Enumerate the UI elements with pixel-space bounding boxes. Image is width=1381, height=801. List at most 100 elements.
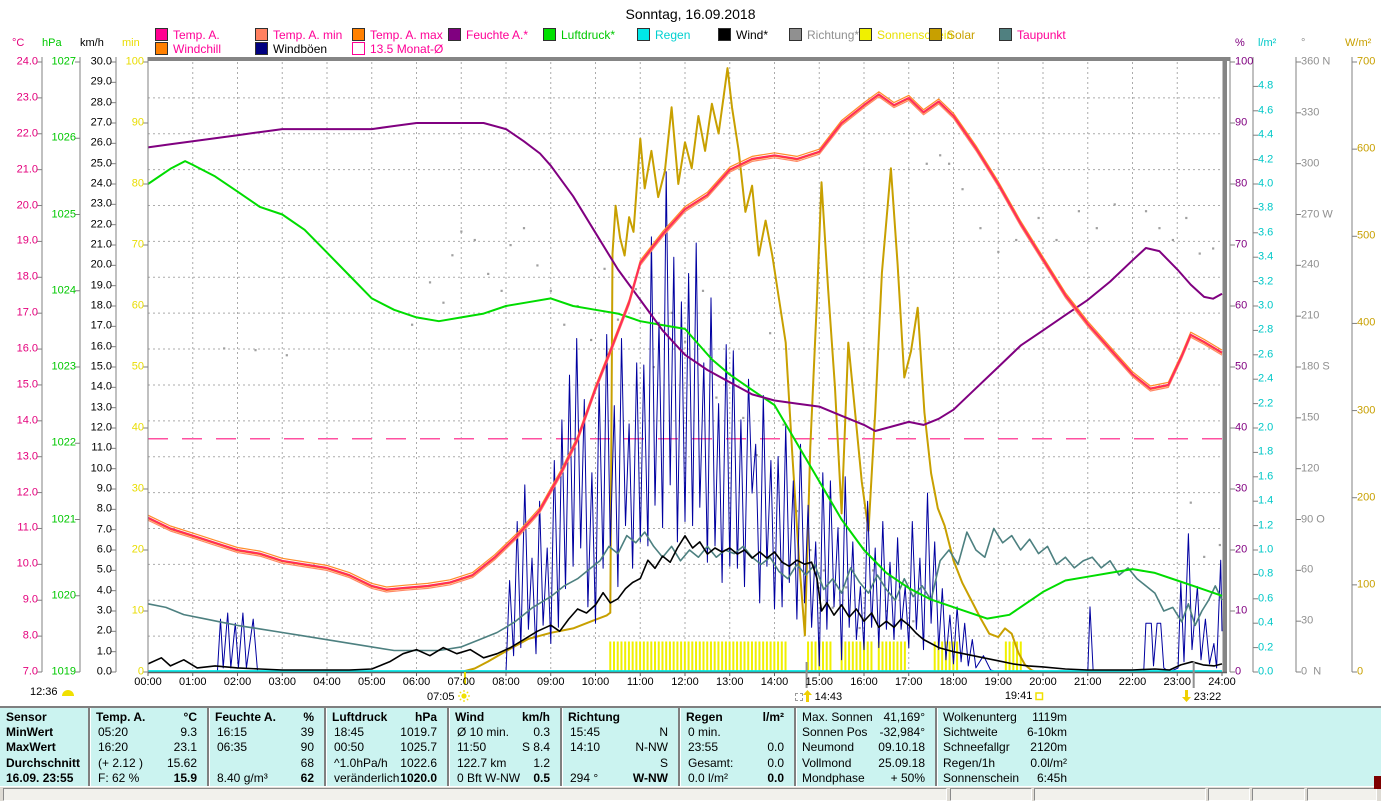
axis-label-c: 12.0	[16, 486, 38, 499]
direction-dot	[590, 338, 593, 342]
direction-dot	[563, 323, 566, 326]
sunshine-bar	[825, 641, 828, 671]
axis-unit-kmh: km/h	[80, 37, 104, 49]
axis-label-deg: 360 N	[1301, 55, 1331, 68]
direction-dot	[285, 354, 288, 357]
time-label: 24:00	[1208, 676, 1236, 688]
axis-label-min: 70	[131, 238, 144, 251]
sunshine-bar	[762, 641, 765, 671]
axis-label-c: 14.0	[16, 414, 38, 427]
sunshine-bar	[896, 641, 899, 671]
sunshine-bar	[821, 641, 824, 671]
direction-dot	[473, 238, 476, 242]
direction-dot	[961, 188, 964, 191]
dashed-box-icon	[794, 693, 803, 701]
sunshine-bar	[855, 641, 858, 671]
axis-label-c: 10.0	[16, 557, 38, 570]
axis-label-deg: 270 W	[1301, 208, 1333, 220]
axis-label-deg: 150	[1301, 411, 1320, 424]
axis-label-lm2: 2.4	[1258, 372, 1274, 385]
sunshine-bar	[612, 641, 615, 671]
axis-label-c: 17.0	[16, 306, 38, 319]
sunshine-bar	[732, 641, 735, 671]
sunshine-bar	[1012, 641, 1015, 671]
axis-label-kmh: 5.0	[96, 563, 112, 576]
axis-label-hpa: 1021	[51, 513, 76, 525]
axis-label-hpa: 1025	[51, 208, 76, 220]
table-cell-value: S 8.4	[521, 740, 550, 755]
axis-label-kmh: 28.0	[90, 96, 112, 109]
time-label: 21:00	[1073, 676, 1102, 688]
axis-label-wm2: 200	[1357, 491, 1376, 504]
axis-label-kmh: 2.0	[96, 624, 112, 637]
sunshine-bar	[870, 641, 873, 671]
axis-label-min: 30	[131, 482, 144, 495]
axis-label-kmh: 29.0	[90, 75, 112, 88]
direction-dot	[701, 289, 705, 292]
axis-label-kmh: 18.0	[90, 299, 112, 312]
table-row-label: MinWert	[6, 725, 54, 740]
axis-label-kmh: 14.0	[90, 380, 112, 393]
axis-label-lm2: 0.6	[1258, 592, 1274, 605]
time-label: 00:00	[134, 676, 162, 688]
axis-label-wm2: 700	[1357, 55, 1376, 68]
direction-dot	[948, 162, 951, 165]
axis-label-hpa: 1023	[51, 360, 76, 373]
axis-label-pct: 20	[1235, 543, 1248, 556]
direction-dot	[603, 267, 606, 270]
sunshine-bar	[624, 641, 627, 671]
direction-dot	[500, 289, 503, 292]
sunshine-bar	[814, 641, 817, 671]
axis-label-lm2: 4.2	[1258, 153, 1274, 166]
axis-label-wm2: 400	[1357, 316, 1376, 329]
direction-dot	[1077, 210, 1080, 213]
direction-dot	[522, 227, 526, 230]
direction-dot	[715, 396, 718, 399]
astro2-value: 2120m	[1030, 740, 1067, 755]
axis-label-lm2: 3.8	[1258, 201, 1274, 214]
axis-label-pct: 10	[1235, 604, 1248, 617]
direction-dot	[634, 288, 637, 291]
table-cell-value: 0.3	[533, 725, 550, 740]
time-label: 18:00	[939, 676, 968, 688]
sunshine-bar	[888, 641, 891, 671]
sunshine-bar	[859, 641, 862, 671]
direction-dot	[1189, 501, 1192, 504]
axis-label-kmh: 16.0	[90, 340, 112, 353]
axis-label-hpa: 1022	[51, 436, 76, 449]
axis-label-pct: 50	[1235, 360, 1248, 373]
status-bar	[0, 786, 1381, 801]
direction-dot	[411, 323, 414, 326]
axis-label-lm2: 1.4	[1258, 494, 1274, 507]
status-panel	[3, 788, 947, 801]
time-label: 17:00	[894, 676, 923, 688]
direction-dot	[487, 272, 490, 276]
axis-label-c: 15.0	[16, 378, 38, 391]
astro2-value: 6-10km	[1026, 725, 1067, 740]
sunshine-bar	[661, 641, 664, 671]
time-label: 01:00	[178, 676, 207, 688]
table-cell-value: 1020.0	[400, 770, 437, 785]
table-cell-value: 0.0	[767, 755, 784, 770]
axis-label-c: 23.0	[16, 91, 38, 104]
axis-label-hpa: 1027	[51, 55, 76, 68]
table-cell-value: S	[659, 755, 668, 770]
resize-grip	[1374, 776, 1381, 789]
direction-dot	[549, 289, 552, 292]
axis-label-lm2: 3.4	[1258, 250, 1274, 263]
time-label: 20:00	[1029, 676, 1057, 688]
table-cell-value: 1.2	[533, 755, 550, 770]
axis-label-hpa: 1020	[51, 589, 76, 602]
axis-label-kmh: 1.0	[96, 645, 112, 658]
axis-label-kmh: 15.0	[90, 360, 112, 373]
sunshine-bar	[698, 641, 701, 671]
axis-label-c: 21.0	[16, 163, 38, 176]
sunshine-bar	[695, 641, 698, 671]
sunshine-bar	[784, 641, 787, 671]
axis-label-lm2: 1.2	[1258, 519, 1274, 532]
axis-label-pct: 60	[1235, 299, 1248, 312]
axis-label-wm2: 500	[1357, 229, 1376, 242]
axis-label-deg: 120	[1301, 462, 1320, 475]
axis-unit-c: °C	[12, 37, 25, 49]
sunshine-bar	[657, 641, 660, 671]
